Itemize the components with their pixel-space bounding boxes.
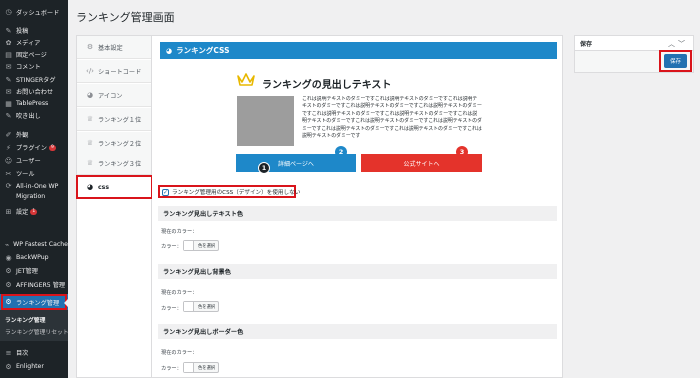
preview-heading: ランキングの見出しテキスト: [262, 80, 392, 91]
sidebar-item-pages[interactable]: ▤ 固定ページ: [0, 49, 68, 60]
sidebar-item-posts[interactable]: ✎ 投稿: [0, 25, 68, 36]
trophy-icon: ♕: [86, 115, 94, 123]
sidebar-item-contact[interactable]: ✉ お問い合わせ: [0, 86, 68, 97]
media-icon: ✿: [5, 38, 12, 47]
sidebar-item-media[interactable]: ✿ メディア: [0, 37, 68, 48]
sidebar-item-affinger5[interactable]: ⚙ AFFINGER5 管理: [0, 279, 68, 290]
sidebar-item-tablepress[interactable]: ▦ TablePress: [0, 98, 68, 109]
trophy-icon: ♕: [86, 139, 94, 147]
sidebar-item-settings[interactable]: ⊞ 設定 1: [0, 206, 68, 217]
sidebar-item-comments[interactable]: ✉ コメント: [0, 61, 68, 72]
section-heading-border-color: ランキング見出しボーダー色: [158, 324, 557, 339]
color-label: カラー：: [161, 366, 182, 372]
current-color-label: 現在のカラー：: [161, 229, 198, 235]
callout-number-2: 2: [335, 146, 347, 158]
settings-tabs: ⚙ 基本設定 ‹/› ショートコード ◕ アイコン ♕ ランキング１位 ♕ ランキング２位…: [76, 35, 152, 378]
text-color-picker-button[interactable]: 色を選択: [183, 240, 219, 251]
sidebar-item-stinger-tag[interactable]: ✎ STINGERタグ: [0, 74, 68, 85]
list-icon: ≡: [5, 348, 12, 357]
checkmark-icon: ✓: [162, 188, 169, 196]
settings-badge: 1: [30, 208, 38, 215]
sidebar-item-enlighter[interactable]: ⚙ Enlighter: [0, 361, 68, 372]
pin-icon: ✎: [5, 75, 12, 84]
sidebar-item-migration-line2[interactable]: Migration: [0, 191, 68, 201]
settings-icon: ⊞: [5, 207, 12, 216]
border-color-picker-button[interactable]: 色を選択: [183, 362, 219, 373]
submenu-ranking[interactable]: ランキング管理: [5, 315, 45, 324]
chevron-up-down-icon[interactable]: ︿﹀: [668, 39, 688, 49]
tab-basic-settings[interactable]: ⚙ 基本設定: [77, 36, 151, 59]
wrench-icon: ✂: [5, 169, 12, 178]
current-menu-arrow: [64, 298, 69, 308]
plugin-icon: ⚡: [6, 143, 11, 152]
mail-icon: ✉: [5, 87, 12, 96]
tab-ranking-1[interactable]: ♕ ランキング１位: [77, 108, 151, 131]
tab-icon[interactable]: ◕ アイコン: [77, 84, 151, 107]
sidebar-item-all-in-one-migration[interactable]: ⟳ All-in-One WP: [0, 181, 68, 191]
plugins-update-badge: 9: [48, 144, 56, 151]
backup-icon: ◉: [5, 253, 12, 262]
color-label: カラー：: [161, 244, 182, 250]
sidebar-item-speech-bubble[interactable]: ✎ 吹き出し: [0, 110, 68, 121]
tab-shortcode[interactable]: ‹/› ショートコード: [77, 60, 151, 83]
code-icon: ‹/›: [86, 67, 94, 75]
callout-number-1: 1: [258, 162, 270, 174]
pin-icon: ✎: [5, 111, 12, 120]
page-icon: ▤: [5, 50, 12, 59]
user-icon: ☺: [4, 156, 13, 165]
tab-ranking-3[interactable]: ♕ ランキング３位: [77, 152, 151, 175]
page-title: ランキング管理画面: [76, 11, 175, 24]
cache-icon: ⌁: [4, 240, 10, 249]
sidebar-item-wp-fastest-cache[interactable]: ⌁ WP Fastest Cache: [0, 239, 68, 250]
submenu-ranking-reset[interactable]: ランキング管理リセット: [5, 327, 69, 336]
ranking-submenu: ランキング管理 ランキング管理リセット: [0, 310, 69, 341]
sidebar-item-toc[interactable]: ≡ 目次: [0, 347, 68, 358]
gear-icon: ⚙: [86, 43, 94, 51]
callout-number-3: 3: [456, 146, 468, 158]
section-heading-bg-color: ランキング見出し背景色: [158, 264, 557, 279]
sidebar-item-backwpup[interactable]: ◉ BackWPup: [0, 252, 68, 263]
disable-css-checkbox[interactable]: ✓ ランキング管理用のCSS（デザイン）を使用しない: [162, 188, 300, 196]
color-swatch: [184, 302, 194, 311]
sidebar-item-tools[interactable]: ✂ ツール: [0, 168, 68, 179]
pin-icon: ✎: [5, 26, 12, 35]
admin-sidebar: ◷ ダッシュボード ✎ 投稿 ✿ メディア ▤ 固定ページ ✉ コメント ✎ STINGER…: [0, 0, 69, 378]
table-icon: ▦: [5, 99, 12, 108]
current-color-label: 現在のカラー：: [161, 290, 198, 296]
code-icon: ⚙: [5, 362, 12, 371]
palette-icon: ◕: [166, 46, 173, 55]
color-swatch: [184, 241, 194, 250]
sidebar-item-dashboard[interactable]: ◷ ダッシュボード: [0, 6, 68, 18]
section-heading-text-color: ランキング見出しテキスト色: [158, 206, 557, 221]
sidebar-item-plugins[interactable]: ⚡ プラグイン 9: [0, 142, 68, 153]
trophy-icon: ♕: [86, 159, 94, 167]
panel-header: ◕ ランキングCSS: [160, 42, 557, 59]
brush-icon: ✐: [5, 130, 12, 139]
palette-icon: ◕: [86, 91, 94, 99]
color-swatch: [184, 363, 194, 372]
migration-icon: ⟳: [5, 182, 12, 190]
color-label: カラー：: [161, 306, 182, 312]
bg-color-picker-button[interactable]: 色を選択: [183, 301, 219, 312]
save-button-highlight: [659, 50, 692, 72]
gear-icon: ⚙: [5, 266, 12, 275]
sidebar-item-jet[interactable]: ⚙ JET管理: [0, 265, 68, 276]
preview-image-placeholder: [237, 96, 294, 146]
crown-icon: [237, 73, 255, 86]
ranking-menu-highlight: [1, 294, 67, 310]
sidebar-item-users[interactable]: ☺ ユーザー: [0, 155, 68, 166]
css-tab-highlight: [76, 175, 153, 199]
comment-icon: ✉: [5, 62, 12, 71]
preview-description: これは説明テキストのダミーですこれは説明テキストのダミーですこれは説明テキストの…: [302, 96, 482, 140]
dashboard-icon: ◷: [5, 8, 12, 16]
current-color-label: 現在のカラー：: [161, 350, 198, 356]
sidebar-item-appearance[interactable]: ✐ 外観: [0, 129, 68, 140]
gear-icon: ⚙: [5, 280, 12, 289]
